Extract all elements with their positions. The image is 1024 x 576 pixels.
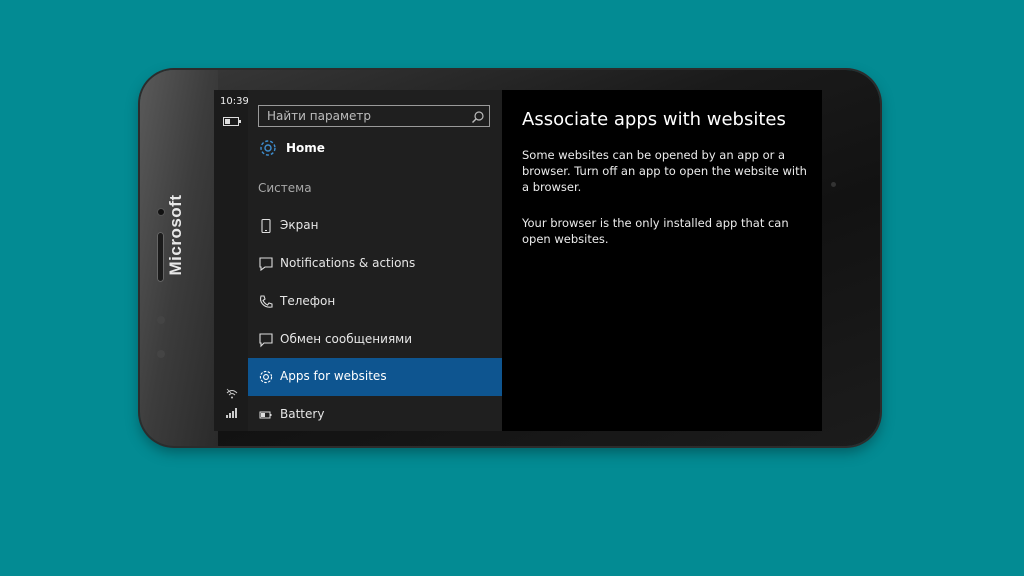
proximity-sensor <box>157 316 165 324</box>
home-label: Home <box>286 141 325 155</box>
nav-item-label: Обмен сообщениями <box>280 332 413 346</box>
battery-icon <box>258 407 274 423</box>
nav-item-notifications[interactable]: Notifications & actions <box>248 245 502 283</box>
wifi-icon <box>226 388 238 403</box>
description-text: Some websites can be opened by an app or… <box>522 148 807 194</box>
nav-item-label: Экран <box>280 218 319 232</box>
home-link[interactable]: Home <box>258 138 488 160</box>
brand-logo: Microsoft <box>166 194 185 276</box>
status-bar: 10:39 <box>214 90 249 431</box>
nav-item-label: Notifications & actions <box>280 256 416 270</box>
display-icon <box>258 218 274 234</box>
gear-icon <box>258 138 278 158</box>
nav-item-label: Battery <box>280 407 325 421</box>
phone-screen: 10:39 Home Система Экран <box>214 90 822 431</box>
nav-item-label: Apps for websites <box>280 369 387 383</box>
settings-navigation: Home Система Экран Notifications & actio… <box>248 90 502 431</box>
page-title: Associate apps with websites <box>522 109 786 130</box>
phone-icon <box>258 294 274 310</box>
nav-item-apps-for-websites[interactable]: Apps for websites <box>248 358 502 396</box>
settings-content: Associate apps with websites Some websit… <box>502 90 822 431</box>
nav-item-messaging[interactable]: Обмен сообщениями <box>248 321 502 359</box>
gear-icon <box>258 369 274 385</box>
section-heading: Система <box>258 181 312 195</box>
nav-item-label: Телефон <box>280 294 336 308</box>
nav-item-phone[interactable]: Телефон <box>248 283 502 321</box>
nav-item-display[interactable]: Экран <box>248 207 502 245</box>
search-input[interactable] <box>259 106 469 126</box>
status-time: 10:39 <box>220 96 249 107</box>
light-sensor <box>157 350 165 358</box>
signal-icon <box>226 408 238 421</box>
battery-status-icon <box>223 117 241 126</box>
info-text: Your browser is the only installed app t… <box>522 216 789 246</box>
nav-item-battery[interactable]: Battery <box>248 396 502 431</box>
notifications-icon <box>258 256 274 272</box>
search-box[interactable] <box>258 105 490 127</box>
phone-side-dot <box>831 182 836 187</box>
messaging-icon <box>258 332 274 348</box>
search-icon[interactable] <box>471 109 485 123</box>
